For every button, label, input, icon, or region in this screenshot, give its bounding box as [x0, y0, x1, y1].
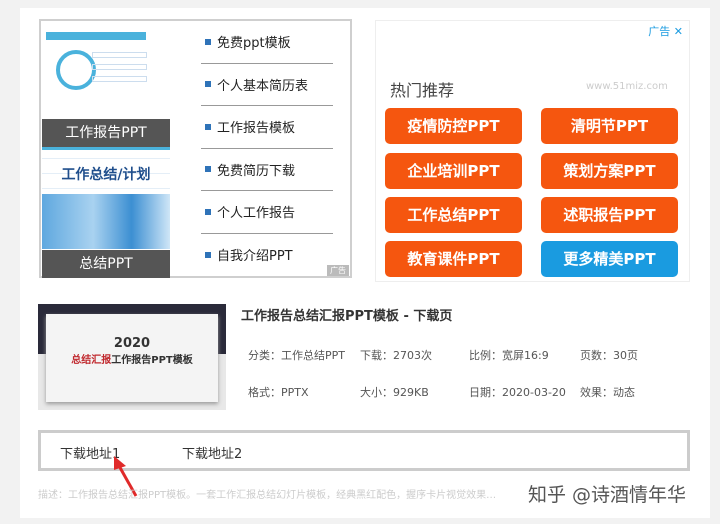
hot-button[interactable]: 清明节PPT	[541, 108, 678, 144]
link-item[interactable]: 自我介绍PPT	[201, 234, 333, 277]
more-button[interactable]: 更多精美PPT	[541, 241, 678, 277]
download-link-2[interactable]: 下载地址2	[182, 443, 242, 462]
thumb-line	[92, 64, 147, 70]
meta-pages: 页数：30页	[580, 349, 638, 362]
product-thumbnail[interactable]: 2020 总结汇报工作报告PPT模板	[38, 304, 226, 410]
thumb-line	[92, 76, 147, 82]
meta-ratio: 比例：宽屏16:9	[469, 349, 549, 362]
product-title: 工作报告总结汇报PPT模板 - 下载页	[241, 309, 453, 324]
thumb-mosaic	[42, 194, 170, 249]
ad-panel-left: 工作报告PPT 工作总结/计划 总结PPT 免费ppt模板 个人基本简历表 工作…	[39, 19, 352, 278]
bullet-icon	[205, 208, 211, 215]
thumb-line	[92, 52, 147, 58]
droplet-graphic	[56, 50, 96, 90]
bullet-icon	[205, 123, 211, 130]
bullet-icon	[205, 38, 211, 45]
link-label: 自我介绍PPT	[217, 249, 293, 265]
ad-label: 广告	[648, 25, 671, 38]
bullet-icon	[205, 251, 211, 258]
thumb-year: 2020	[113, 336, 151, 351]
thumb-caption: 工作报告PPT	[42, 119, 170, 147]
hot-title: 热门推荐	[390, 81, 455, 100]
ad-close[interactable]: 广告 ✕	[648, 23, 683, 39]
thumb-headline: 工作总结/计划	[61, 167, 151, 183]
thumb-title: 工作报告PPT模板	[111, 355, 193, 366]
close-icon[interactable]: ✕	[674, 25, 683, 38]
thumb-summary[interactable]: 工作总结/计划 总结PPT	[42, 154, 170, 278]
link-item[interactable]: 个人基本简历表	[201, 64, 333, 106]
thumb-title-red: 总结汇报	[71, 355, 112, 366]
link-label: 个人基本简历表	[217, 78, 309, 94]
thumb-header-bar	[46, 32, 146, 40]
meta-category: 分类：工作总结PPT	[248, 349, 345, 362]
hot-button[interactable]: 策划方案PPT	[541, 153, 678, 189]
link-item[interactable]: 免费简历下载	[201, 149, 333, 191]
thumb-slide: 2020 总结汇报工作报告PPT模板	[46, 314, 218, 402]
link-label: 免费简历下载	[217, 163, 296, 179]
meta-date: 日期：2020-03-20	[469, 386, 566, 399]
hot-button[interactable]: 教育课件PPT	[385, 241, 522, 277]
thumb-caption: 总结PPT	[42, 250, 170, 278]
meta-downloads: 下载：2703次	[360, 349, 432, 362]
hot-button[interactable]: 企业培训PPT	[385, 153, 522, 189]
bullet-icon	[205, 81, 211, 88]
link-label: 个人工作报告	[217, 206, 296, 222]
link-label: 工作报告模板	[217, 121, 296, 137]
hot-button[interactable]: 疫情防控PPT	[385, 108, 522, 144]
meta-effect: 效果：动态	[580, 386, 635, 399]
meta-size: 大小：929KB	[360, 386, 429, 399]
hot-button[interactable]: 工作总结PPT	[385, 197, 522, 233]
link-label: 免费ppt模板	[217, 36, 291, 52]
watermark: 知乎 @诗酒情年华	[528, 484, 687, 506]
site-url: www.51miz.com	[586, 81, 668, 92]
ad-panel-right: 广告 ✕ 热门推荐 www.51miz.com 疫情防控PPT 清明节PPT 企…	[375, 20, 690, 282]
ad-tag[interactable]: 广告	[327, 265, 349, 276]
link-item[interactable]: 工作报告模板	[201, 106, 333, 149]
thumb-work-report[interactable]: 工作报告PPT	[42, 22, 170, 150]
link-item[interactable]: 个人工作报告	[201, 191, 333, 234]
hot-button[interactable]: 述职报告PPT	[541, 197, 678, 233]
link-list: 免费ppt模板 个人基本简历表 工作报告模板 免费简历下载 个人工作报告 自我介…	[201, 21, 333, 276]
link-item[interactable]: 免费ppt模板	[201, 21, 333, 64]
meta-format: 格式：PPTX	[248, 386, 309, 399]
description: 描述：工作报告总结汇报PPT模板。一套工作汇报总结幻灯片模板，经典黑红配色，握序…	[38, 490, 497, 501]
bullet-icon	[205, 166, 211, 173]
